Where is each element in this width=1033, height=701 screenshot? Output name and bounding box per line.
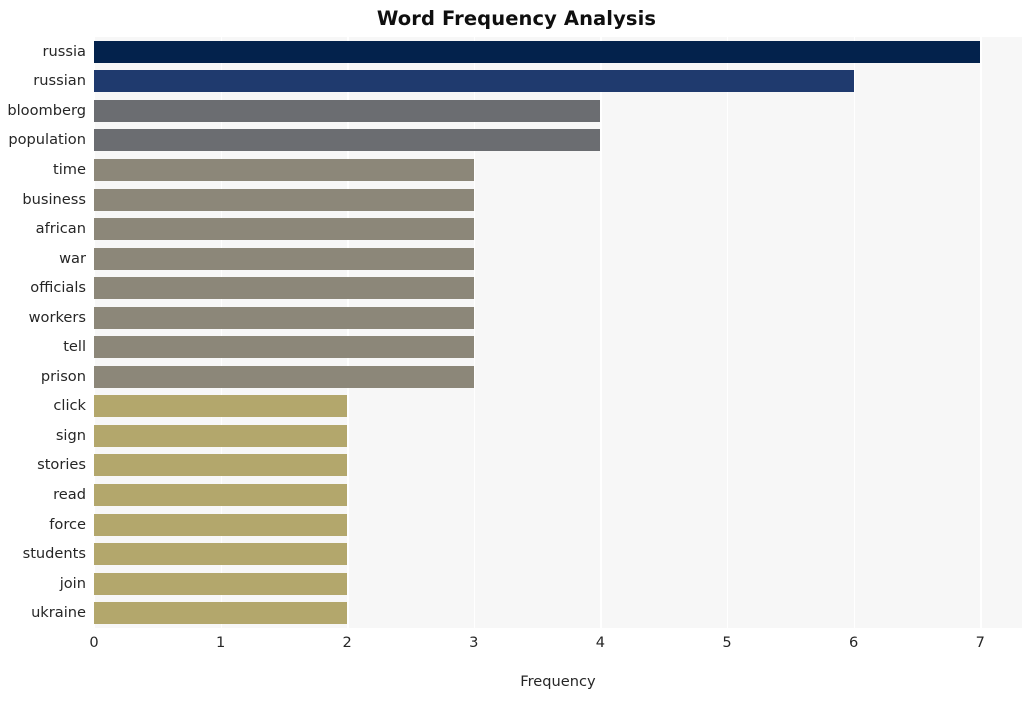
bar-row bbox=[94, 214, 1022, 244]
bar-time[interactable] bbox=[94, 158, 474, 181]
plot-area bbox=[94, 37, 1022, 628]
bar-business[interactable] bbox=[94, 188, 474, 211]
y-tick-label-students: students bbox=[22, 545, 86, 563]
bar-row bbox=[94, 451, 1022, 481]
x-axis-tick-labels: 0 1 2 3 4 5 6 7 bbox=[89, 633, 1022, 657]
bar-row bbox=[94, 569, 1022, 599]
x-tick-label-3: 3 bbox=[469, 634, 479, 651]
bar-row bbox=[94, 244, 1022, 274]
bar-row bbox=[94, 480, 1022, 510]
y-tick-label-force: force bbox=[49, 515, 86, 533]
x-tick-label-7: 7 bbox=[975, 634, 985, 651]
bar-row bbox=[94, 185, 1022, 215]
y-tick-label-officials: officials bbox=[30, 279, 86, 297]
y-tick-label-join: join bbox=[59, 574, 86, 592]
bar-read[interactable] bbox=[94, 484, 348, 507]
bar-war[interactable] bbox=[94, 247, 474, 270]
bar-tell[interactable] bbox=[94, 336, 474, 359]
bar-row bbox=[94, 67, 1022, 97]
x-axis-label: Frequency bbox=[520, 673, 596, 690]
bar-population[interactable] bbox=[94, 129, 601, 152]
y-tick-label-click: click bbox=[53, 397, 86, 415]
chart-title: Word Frequency Analysis bbox=[376, 7, 657, 30]
bar-sign[interactable] bbox=[94, 424, 348, 447]
x-tick-label-4: 4 bbox=[595, 634, 606, 651]
bar-row bbox=[94, 333, 1022, 363]
y-tick-label-russia: russia bbox=[42, 42, 86, 60]
x-tick-label-1: 1 bbox=[215, 634, 226, 651]
bar-students[interactable] bbox=[94, 543, 348, 566]
x-tick-label-6: 6 bbox=[848, 634, 859, 651]
bar-bloomberg[interactable] bbox=[94, 99, 601, 122]
y-tick-label-prison: prison bbox=[40, 367, 86, 385]
y-tick-label-ukraine: ukraine bbox=[31, 604, 86, 622]
bar-workers[interactable] bbox=[94, 306, 474, 329]
bar-row bbox=[94, 37, 1022, 67]
bar-row bbox=[94, 362, 1022, 392]
x-tick-label-2: 2 bbox=[342, 634, 352, 651]
bar-row bbox=[94, 392, 1022, 422]
bar-ukraine[interactable] bbox=[94, 602, 348, 625]
bar-row bbox=[94, 421, 1022, 451]
y-tick-label-read: read bbox=[53, 486, 86, 504]
y-tick-label-tell: tell bbox=[63, 338, 86, 356]
y-tick-label-sign: sign bbox=[55, 426, 86, 444]
bar-row bbox=[94, 273, 1022, 303]
bar-row bbox=[94, 539, 1022, 569]
y-tick-label-business: business bbox=[22, 190, 86, 208]
y-axis-tick-labels: russia russian bloomberg population time busi… bbox=[0, 37, 86, 628]
y-tick-label-african: african bbox=[35, 220, 86, 238]
bar-click[interactable] bbox=[94, 395, 348, 418]
bar-row bbox=[94, 510, 1022, 540]
y-tick-label-stories: stories bbox=[37, 456, 86, 474]
y-tick-label-war: war bbox=[59, 249, 86, 267]
bar-row bbox=[94, 598, 1022, 628]
bar-force[interactable] bbox=[94, 513, 348, 536]
bar-row bbox=[94, 155, 1022, 185]
y-tick-label-workers: workers bbox=[28, 308, 86, 326]
bar-row bbox=[94, 96, 1022, 126]
y-tick-label-russian: russian bbox=[33, 72, 86, 90]
x-tick-label-0: 0 bbox=[89, 634, 99, 651]
bar-russia[interactable] bbox=[94, 40, 981, 63]
y-tick-label-population: population bbox=[8, 131, 86, 149]
bar-russian[interactable] bbox=[94, 70, 854, 93]
bar-row bbox=[94, 303, 1022, 333]
bar-prison[interactable] bbox=[94, 365, 474, 388]
chart-figure: Word Frequency Analysis russia russian blo… bbox=[0, 0, 1033, 701]
y-tick-label-time: time bbox=[53, 160, 86, 178]
bar-officials[interactable] bbox=[94, 277, 474, 300]
bar-row bbox=[94, 126, 1022, 156]
y-tick-label-bloomberg: bloomberg bbox=[7, 101, 86, 119]
x-tick-label-5: 5 bbox=[722, 634, 732, 651]
bar-african[interactable] bbox=[94, 218, 474, 241]
bar-stories[interactable] bbox=[94, 454, 348, 477]
bar-join[interactable] bbox=[94, 572, 348, 595]
